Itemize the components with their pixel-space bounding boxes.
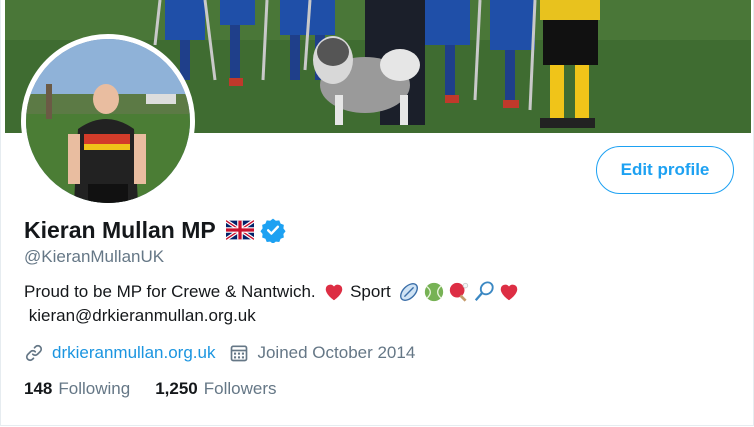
- link-icon: [25, 344, 43, 362]
- profile-name: Kieran Mullan MP: [24, 216, 216, 243]
- website-link[interactable]: drkieranmullan.org.uk: [52, 343, 215, 363]
- profile-card: Edit profile Kieran Mullan MP @KieranMul…: [0, 0, 754, 426]
- verified-badge-icon: [260, 218, 286, 243]
- edit-profile-button[interactable]: Edit profile: [596, 146, 734, 194]
- red-heart-icon: [501, 284, 518, 301]
- profile-handle: @KieranMullanUK: [24, 247, 165, 266]
- red-heart-icon: [326, 284, 343, 301]
- profile-name-row: Kieran Mullan MP: [24, 214, 286, 246]
- bio-line-1: Proud to be MP for Crewe & Nantwich. Spo…: [24, 280, 520, 304]
- bio-email: kieran@drkieranmullan.org.uk: [24, 306, 256, 325]
- badminton-icon: [475, 281, 495, 302]
- followers-stat[interactable]: 1,250 Followers: [155, 379, 276, 399]
- followers-count: 1,250: [155, 379, 198, 398]
- following-label: Following: [58, 379, 131, 398]
- tennis-ball-icon: [425, 282, 444, 302]
- joined-date: Joined October 2014: [257, 343, 416, 362]
- profile-avatar[interactable]: [21, 34, 195, 208]
- profile-stats: 148 Following 1,250 Followers: [24, 379, 276, 399]
- profile-meta: drkieranmullan.org.uk Joined October 201…: [24, 343, 415, 363]
- following-count: 148: [24, 379, 53, 398]
- bio-line-2: kieran@drkieranmullan.org.uk: [24, 304, 520, 328]
- bio-sport-text: Sport: [345, 282, 396, 301]
- following-stat[interactable]: 148 Following: [24, 379, 130, 399]
- calendar-icon: [231, 345, 248, 362]
- profile-bio: Proud to be MP for Crewe & Nantwich. Spo…: [24, 280, 520, 328]
- bio-text: Proud to be MP for Crewe & Nantwich.: [24, 282, 321, 301]
- rugby-ball-icon: [400, 283, 419, 301]
- followers-label: Followers: [203, 379, 277, 398]
- ping-pong-icon: [450, 282, 469, 302]
- uk-flag-icon: [225, 220, 254, 240]
